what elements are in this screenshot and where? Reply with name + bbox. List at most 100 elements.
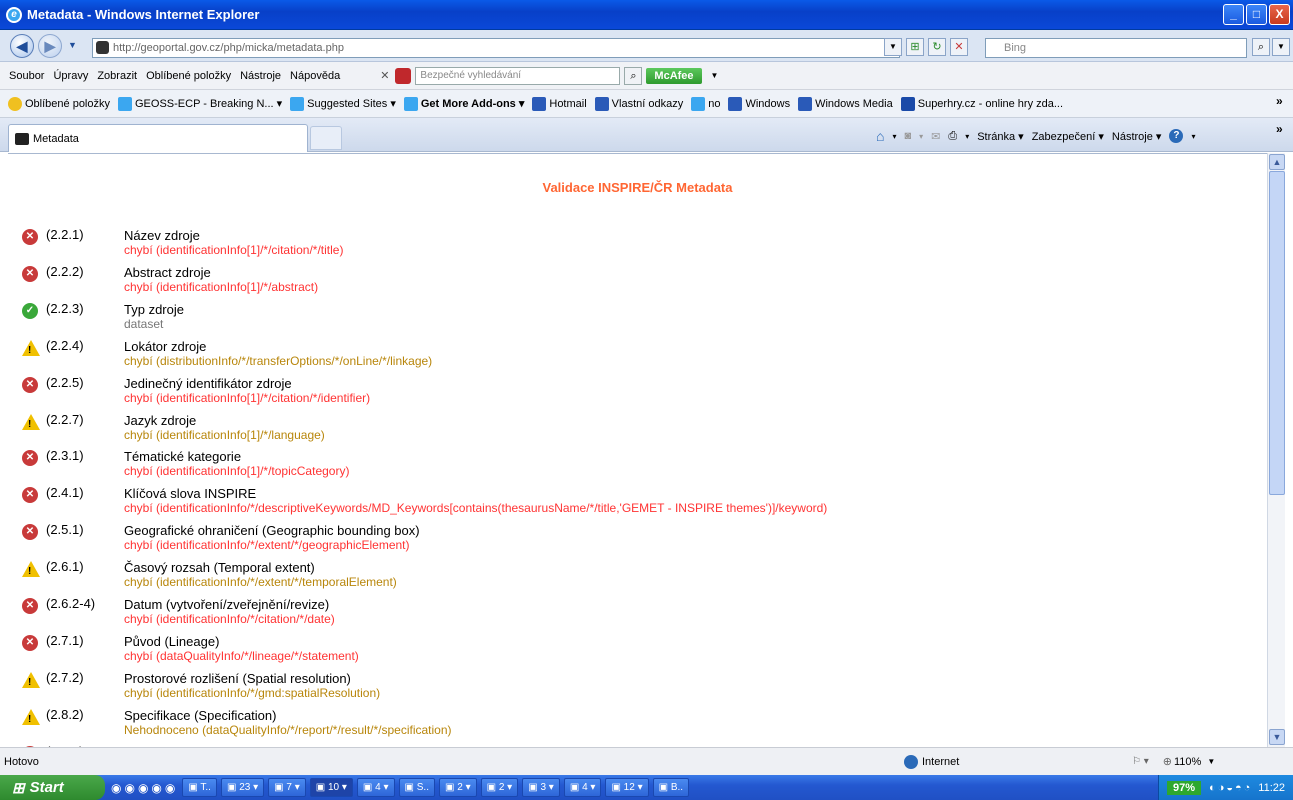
favorites-button[interactable]: Oblíbené položky	[8, 96, 110, 111]
safe-search-button-icon[interactable]: ⌕	[624, 66, 643, 85]
row-detail: chybí (identificationInfo/*/extent/*/geo…	[124, 538, 410, 553]
mcafee-dropdown-icon[interactable]: ▼	[711, 71, 719, 80]
tab-metadata[interactable]: Metadata	[8, 124, 308, 152]
fav-label: Windows	[745, 97, 791, 110]
menu-napoveda[interactable]: Nápověda	[290, 70, 340, 82]
group-dropdown-icon: ▾	[250, 782, 259, 793]
safe-search-input[interactable]: Bezpečné vyhledávání	[415, 66, 621, 85]
row-name: Specifikace (Specification)	[124, 707, 277, 723]
search-icon[interactable]: ⌕	[1252, 38, 1270, 56]
favorites-overflow-icon[interactable]: »	[1276, 94, 1283, 108]
msn-icon	[798, 96, 813, 111]
menu-zobrazit[interactable]: Zobrazit	[97, 70, 137, 82]
zoom-dropdown-icon[interactable]: ▼	[1207, 757, 1215, 766]
stop-icon[interactable]: ✕	[950, 38, 968, 56]
cmd-security[interactable]: Zabezpečení ▾	[1032, 130, 1104, 143]
taskbar-button[interactable]: ▣ 2 ▾	[439, 778, 477, 797]
address-dropdown-icon[interactable]: ▼	[884, 38, 902, 56]
maximize-button[interactable]: □	[1246, 4, 1267, 25]
fav-item-no[interactable]: no	[691, 96, 720, 111]
ie-logo-icon: e	[6, 6, 22, 23]
vertical-scrollbar[interactable]: ▲ ▼	[1267, 153, 1285, 747]
mcafee-button[interactable]: McAfee	[646, 67, 702, 84]
taskbar-button[interactable]: ▣ 23 ▾	[220, 778, 265, 797]
row-name: Klíčová slova INSPIRE	[124, 486, 257, 502]
row-name: Časový rozsah (Temporal extent)	[124, 560, 315, 576]
scroll-thumb[interactable]	[1269, 171, 1285, 495]
address-input[interactable]: http://geoportal.gov.cz/php/micka/metada…	[92, 38, 900, 58]
row-code: (2.3.1)	[46, 448, 84, 464]
taskbar-button-label: T..	[200, 782, 211, 793]
menu-upravy[interactable]: Úpravy	[53, 70, 88, 82]
fav-item-vlastni[interactable]: Vlastní odkazy	[594, 96, 684, 111]
row-code: (2.7.1)	[46, 632, 84, 648]
error-icon: ✕	[22, 265, 38, 282]
fav-label: Get More Add-ons	[420, 97, 516, 110]
help-icon[interactable]: ?	[1169, 129, 1184, 143]
warning-icon	[22, 339, 40, 359]
clock[interactable]: 11:22	[1258, 782, 1285, 794]
cmd-tools[interactable]: Nástroje ▾	[1112, 130, 1162, 143]
minimize-button[interactable]: _	[1223, 4, 1244, 25]
scroll-up-icon[interactable]: ▲	[1269, 154, 1285, 170]
row-code: (2.6.2-4)	[46, 596, 96, 611]
menu-soubor[interactable]: Soubor	[9, 70, 44, 82]
fav-item-superhry[interactable]: Superhry.cz - online hry zda...	[900, 96, 1063, 111]
refresh-icon[interactable]: ↻	[928, 38, 946, 56]
fav-item-geoss[interactable]: GEOSS-ECP - Breaking N... ▾	[118, 96, 282, 111]
menu-oblibene[interactable]: Oblíbené položky	[146, 70, 231, 82]
print-icon[interactable]: ⎙	[948, 130, 957, 143]
new-tab-button[interactable]	[310, 126, 342, 150]
taskbar-button[interactable]: ▣ 10 ▾	[309, 778, 353, 797]
quick-launch-icons[interactable]: ◉◉◉◉◉	[111, 781, 178, 795]
app-icon: ▣	[658, 782, 671, 793]
close-button[interactable]: X	[1269, 4, 1290, 25]
protected-mode-icon[interactable]: ⚐ ▾	[1132, 756, 1149, 767]
cmd-page[interactable]: Stránka ▾	[977, 130, 1024, 143]
row-detail: dataset	[124, 316, 164, 331]
close-toolbar-icon[interactable]: ✕	[380, 69, 389, 82]
mail-icon[interactable]: ✉	[931, 130, 940, 143]
zoom-level[interactable]: 110%	[1174, 756, 1201, 768]
row-code: (2.2.3)	[46, 300, 84, 316]
taskbar-button[interactable]: ▣ 7 ▾	[268, 778, 306, 797]
row-code: (2.2.4)	[46, 337, 84, 353]
fav-item-windows[interactable]: Windows	[728, 96, 791, 111]
taskbar-button[interactable]: ▣ 12 ▾	[605, 778, 649, 797]
command-overflow-icon[interactable]: »	[1276, 122, 1283, 136]
feeds-icon[interactable]: ◙	[904, 130, 911, 142]
row-name: Prostorové rozlišení (Spatial resolution…	[124, 670, 351, 686]
fav-item-windows-media[interactable]: Windows Media	[798, 96, 893, 111]
fav-item-hotmail[interactable]: Hotmail	[532, 96, 587, 111]
app-icon: ▣	[226, 782, 240, 793]
forward-icon[interactable]: ▶	[38, 34, 62, 58]
fav-item-suggested[interactable]: Suggested Sites ▾	[290, 96, 396, 111]
mcafee-shield-icon	[395, 67, 412, 84]
app-icon: ▣	[362, 782, 376, 793]
menu-nastroje[interactable]: Nástroje	[240, 70, 281, 82]
taskbar-button[interactable]: ▣ B..	[652, 778, 690, 797]
battery-indicator[interactable]: 97%	[1167, 780, 1202, 795]
taskbar-button[interactable]: ▣ S..	[398, 778, 435, 797]
taskbar-button[interactable]: ▣ 4 ▾	[563, 778, 602, 797]
ie-page-icon	[403, 96, 418, 111]
tray-icons[interactable]: ◐◑◒◓◔	[1209, 782, 1252, 794]
taskbar-button[interactable]: ▣ T..	[182, 778, 217, 797]
history-dropdown-icon[interactable]: ▼	[68, 40, 77, 50]
compatibility-icon[interactable]: ⊞	[906, 38, 924, 56]
fav-item-addons[interactable]: Get More Add-ons ▾	[403, 96, 524, 111]
search-input[interactable]: Bing	[985, 38, 1247, 58]
taskbar-button[interactable]: ▣ 2 ▾	[480, 778, 519, 797]
search-options-icon[interactable]: ▼	[1272, 38, 1290, 56]
taskbar-button-label: S..	[416, 782, 429, 793]
scroll-down-icon[interactable]: ▼	[1269, 729, 1285, 745]
home-icon[interactable]: ⌂	[876, 128, 884, 144]
back-icon[interactable]: ◀	[10, 34, 34, 58]
taskbar-button[interactable]: ▣ 3 ▾	[522, 778, 560, 797]
app-icon: ▣	[274, 782, 287, 793]
fav-label: Suggested Sites	[307, 97, 388, 110]
warning-icon	[22, 671, 40, 691]
fav-label: Vlastní odkazy	[611, 97, 684, 110]
taskbar-button[interactable]: ▣ 4 ▾	[356, 778, 395, 797]
start-button[interactable]: ⊞ Start	[0, 775, 105, 800]
